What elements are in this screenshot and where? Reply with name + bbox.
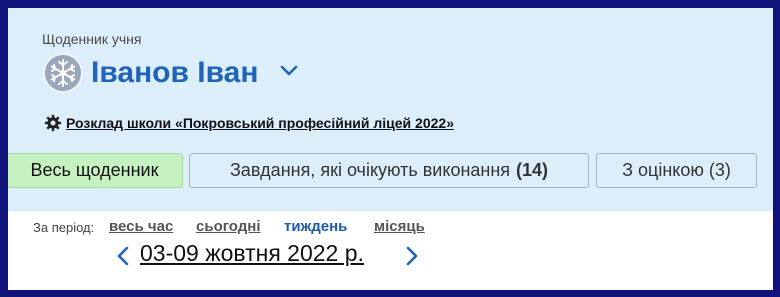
diary-frame: Щоденник учня Іванов Іван Розклад школи … xyxy=(8,8,773,290)
chevron-right-icon[interactable] xyxy=(403,244,421,268)
school-schedule-link[interactable]: Розклад школи «Покровський професійний л… xyxy=(66,115,454,131)
avatar[interactable] xyxy=(43,53,83,93)
tab-graded-label: З оцінкою (3) xyxy=(622,160,731,180)
period-all-time-link[interactable]: весь час xyxy=(109,218,173,235)
week-range-link[interactable]: 03-09 жовтня 2022 р. xyxy=(140,240,364,267)
chevron-down-icon[interactable] xyxy=(278,60,300,82)
period-week-link[interactable]: тиждень xyxy=(284,218,347,235)
chevron-left-icon[interactable] xyxy=(114,244,132,268)
student-name[interactable]: Іванов Іван xyxy=(91,53,258,93)
tab-pending-tasks[interactable]: Завдання, які очікують виконання (14) xyxy=(189,153,589,188)
period-label: За період: xyxy=(33,220,95,235)
diary-label: Щоденник учня xyxy=(42,31,142,47)
tab-all-diary[interactable]: Весь щоденник xyxy=(8,153,183,188)
tab-pending-tasks-label: Завдання, які очікують виконання xyxy=(229,160,511,180)
tab-graded[interactable]: З оцінкою (3) xyxy=(596,153,757,188)
tab-pending-tasks-count: (14) xyxy=(516,160,549,180)
gear-icon[interactable] xyxy=(44,114,62,132)
schedule-row: Розклад школи «Покровський професійний л… xyxy=(44,114,454,132)
snowflake-avatar-icon xyxy=(50,59,76,87)
tab-all-diary-label: Весь щоденник xyxy=(30,160,159,180)
period-month-link[interactable]: місяць xyxy=(374,218,425,235)
period-today-link[interactable]: сьогодні xyxy=(196,218,261,235)
